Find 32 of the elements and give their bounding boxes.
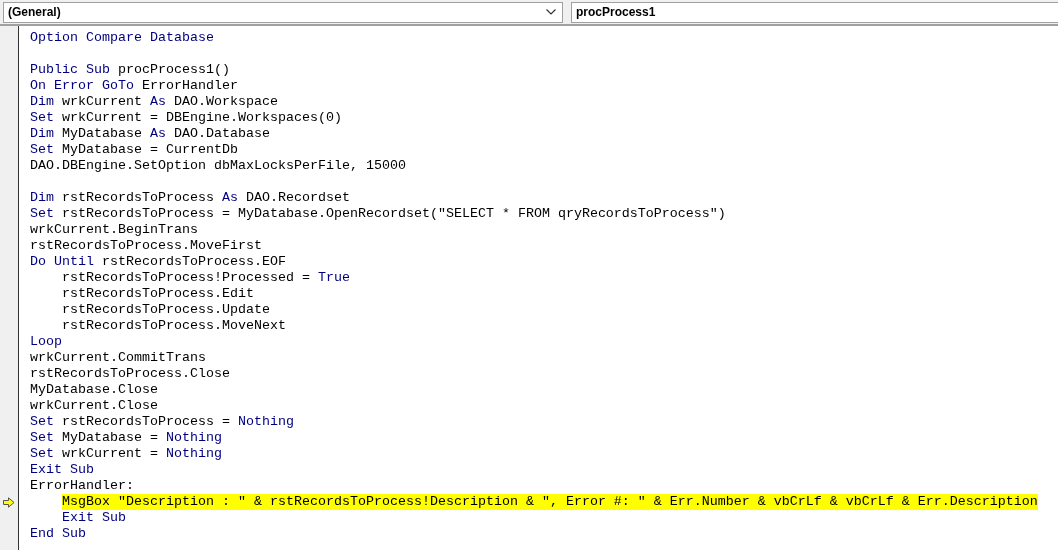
code-line: Do Until rstRecordsToProcess.EOF bbox=[30, 254, 286, 270]
code-line: rstRecordsToProcess.MoveFirst bbox=[30, 238, 262, 254]
code-line: rstRecordsToProcess.Update bbox=[62, 302, 270, 318]
code-line: Dim wrkCurrent As DAO.Workspace bbox=[30, 94, 278, 110]
code-line: Set wrkCurrent = DBEngine.Workspaces(0) bbox=[30, 110, 342, 126]
procedure-dropdown[interactable]: procProcess1 bbox=[571, 1, 1058, 23]
code-line: wrkCurrent.CommitTrans bbox=[30, 350, 206, 366]
code-line: Set wrkCurrent = Nothing bbox=[30, 446, 222, 462]
code-line: Loop bbox=[30, 334, 62, 350]
code-line: Exit Sub bbox=[30, 462, 94, 478]
code-line: ErrorHandler: bbox=[30, 478, 134, 494]
object-dropdown[interactable]: (General) bbox=[3, 1, 563, 23]
code-line: On Error GoTo ErrorHandler bbox=[30, 78, 238, 94]
code-line: Set rstRecordsToProcess = Nothing bbox=[30, 414, 294, 430]
code-line: rstRecordsToProcess!Processed = True bbox=[62, 270, 350, 286]
code-line: Exit Sub bbox=[62, 510, 126, 526]
chevron-down-icon bbox=[546, 9, 556, 15]
code-line: Set MyDatabase = Nothing bbox=[30, 430, 222, 446]
code-line: Dim MyDatabase As DAO.Database bbox=[30, 126, 270, 142]
code-line: Set MyDatabase = CurrentDb bbox=[30, 142, 238, 158]
code-line: rstRecordsToProcess.MoveNext bbox=[62, 318, 286, 334]
code-line: wrkCurrent.BeginTrans bbox=[30, 222, 198, 238]
code-line: wrkCurrent.Close bbox=[30, 398, 158, 414]
code-line: DAO.DBEngine.SetOption dbMaxLocksPerFile, 15000 bbox=[30, 158, 406, 174]
code-line: Option Compare Database bbox=[30, 30, 214, 46]
code-line: Dim rstRecordsToProcess As DAO.Recordset bbox=[30, 190, 350, 206]
code-line: End Sub bbox=[30, 526, 86, 542]
code-line: Set rstRecordsToProcess = MyDatabase.OpenRecordset("SELECT * FROM qryRecordsToProcess") bbox=[30, 206, 726, 222]
code-line: rstRecordsToProcess.Edit bbox=[62, 286, 254, 302]
code-line: Public Sub procProcess1() bbox=[30, 62, 230, 78]
code-line: rstRecordsToProcess.Close bbox=[30, 366, 230, 382]
code-line: MyDatabase.Close bbox=[30, 382, 158, 398]
